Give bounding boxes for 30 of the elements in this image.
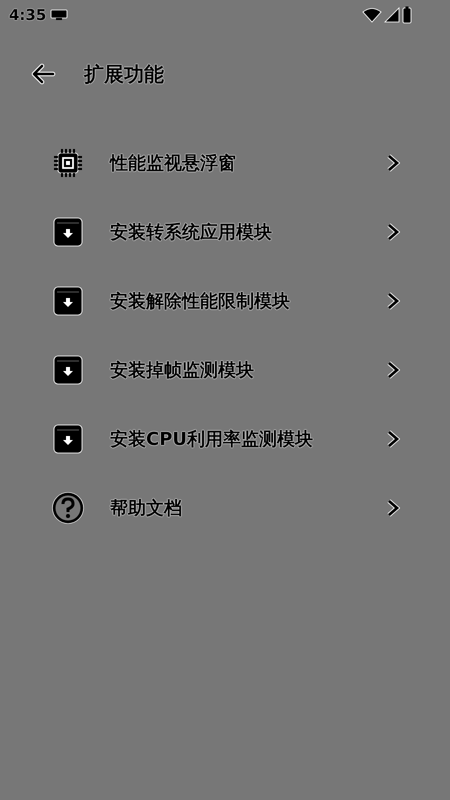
notification-icon	[50, 9, 68, 21]
menu-item-label: 安装转系统应用模块	[110, 220, 273, 244]
chevron-icon	[386, 154, 400, 172]
menu-item[interactable]: 性能监视悬浮窗	[0, 128, 450, 197]
signal-icon	[384, 7, 400, 23]
install-box-icon	[53, 424, 83, 454]
status-time: 4:35	[9, 6, 46, 24]
install-box-icon	[53, 216, 83, 246]
battery-icon	[402, 6, 412, 24]
install-box-icon	[53, 354, 83, 384]
menu-item[interactable]: 安装掉帧监测模块	[0, 335, 450, 404]
chip-icon	[53, 148, 83, 178]
menu-item-label: 性能监视悬浮窗	[110, 152, 237, 174]
chevron-icon	[386, 498, 400, 516]
menu-item-label: 安装CPU利用率监测模块	[110, 428, 314, 450]
menu-item[interactable]: 安装转系统应用模块	[0, 197, 450, 266]
menu-item[interactable]: 帮助文档	[0, 473, 450, 542]
chevron-icon	[386, 360, 400, 378]
install-box-icon	[53, 286, 83, 316]
chevron-icon	[386, 222, 400, 240]
page-title: 扩展功能	[84, 60, 164, 88]
menu-item[interactable]: 安装CPU利用率监测模块	[0, 404, 450, 473]
menu-item-label: 帮助文档	[110, 496, 183, 520]
menu-item-label: 安装掉帧监测模块	[110, 358, 255, 382]
chevron-icon	[386, 292, 400, 310]
menu-item[interactable]: 安装解除性能限制模块	[0, 266, 450, 335]
help-icon	[52, 492, 84, 524]
menu-item-label: 安装解除性能限制模块	[110, 290, 291, 312]
wifi-icon	[362, 7, 382, 23]
chevron-icon	[386, 430, 400, 448]
